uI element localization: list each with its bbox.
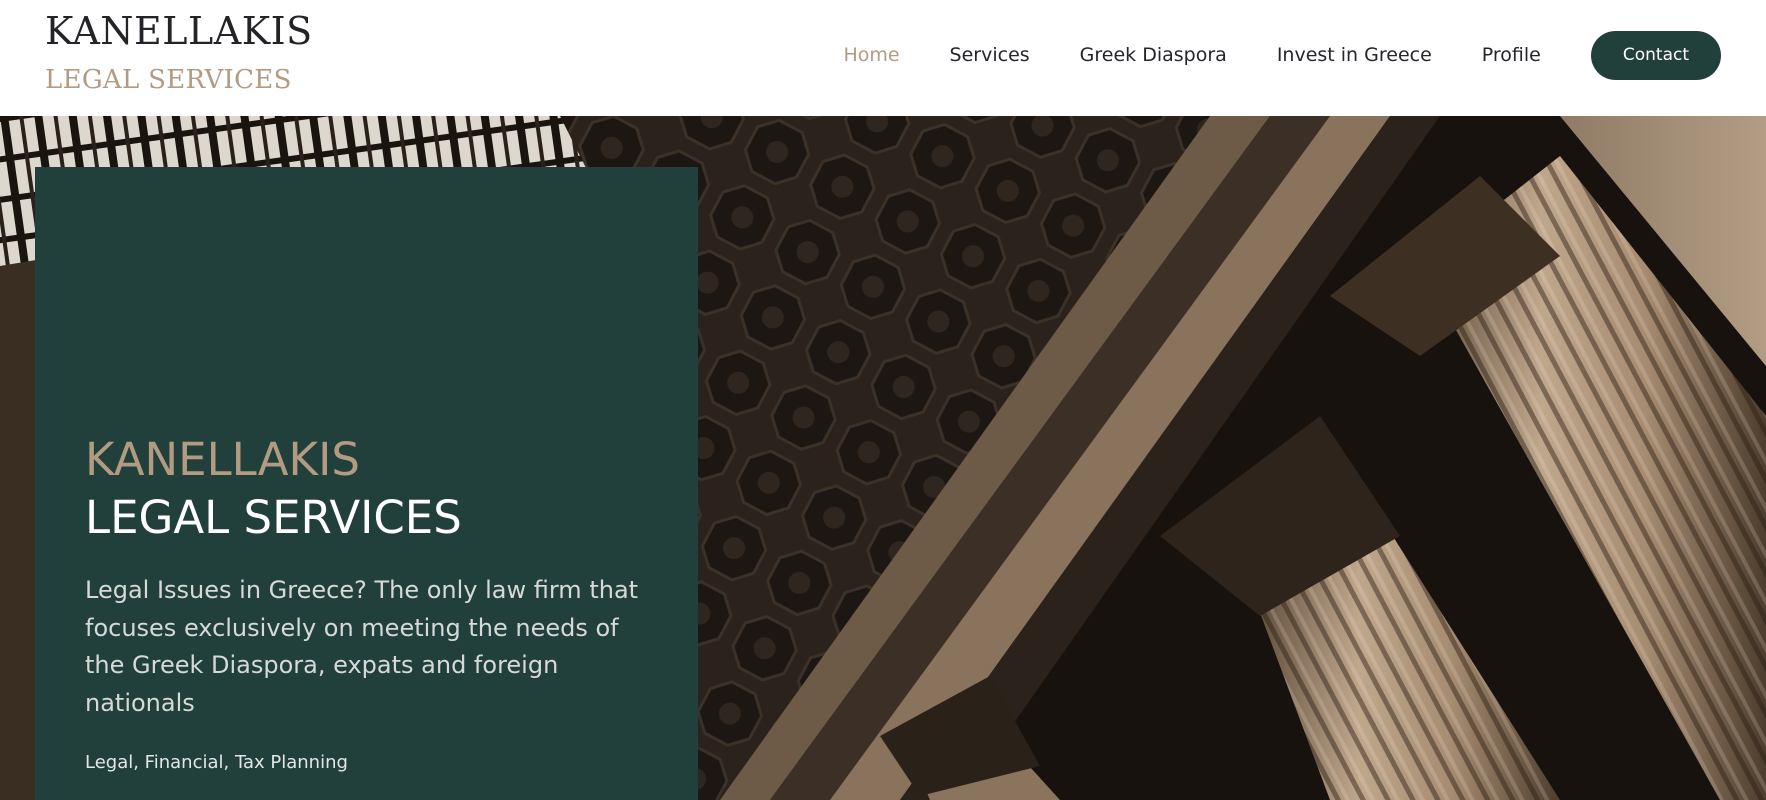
contact-button[interactable]: Contact [1590,30,1721,80]
nav-item-profile[interactable]: Profile [1482,44,1541,66]
main-navigation: Home Services Greek Diaspora Invest in G… [793,30,1721,80]
hero-tags: Legal, Financial, Tax Planning [85,752,348,773]
nav-item-greek-diaspora[interactable]: Greek Diaspora [1080,44,1227,66]
page: KANELLAKIS LEGAL SERVICES Home Services … [0,0,1766,800]
site-header: KANELLAKIS LEGAL SERVICES Home Services … [0,0,1766,116]
nav-item-services[interactable]: Services [950,44,1030,66]
hero-section: KANELLAKIS LEGAL SERVICES Legal Issues i… [0,116,1766,800]
nav-item-invest-in-greece[interactable]: Invest in Greece [1277,44,1432,66]
logo-line-kanellakis: KANELLAKIS [45,9,313,53]
logo-line-legal-services: LEGAL SERVICES [45,65,292,95]
hero-title-legal-services: LEGAL SERVICES [85,491,462,544]
hero-title-kanellakis: KANELLAKIS [85,433,360,486]
nav-item-home[interactable]: Home [843,44,899,66]
site-logo[interactable]: KANELLAKIS LEGAL SERVICES [45,12,313,93]
hero-card: KANELLAKIS LEGAL SERVICES Legal Issues i… [35,167,698,800]
hero-description: Legal Issues in Greece? The only law fir… [85,576,639,717]
